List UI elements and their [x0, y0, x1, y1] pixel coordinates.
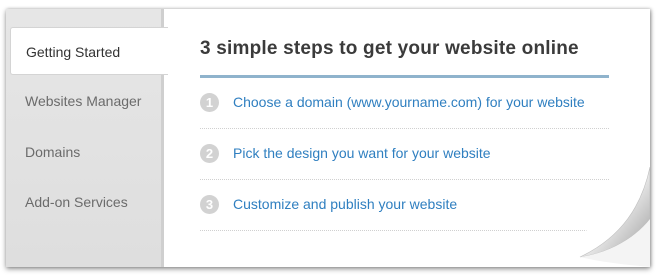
- step-number-badge: 1: [200, 93, 219, 112]
- step-link-choose-domain[interactable]: Choose a domain (www.yourname.com) for y…: [233, 94, 585, 110]
- step-number-badge: 2: [200, 144, 219, 163]
- sidebar-item-websites-manager[interactable]: Websites Manager: [6, 77, 164, 125]
- step-link-customize-publish[interactable]: Customize and publish your website: [233, 196, 457, 212]
- sidebar-item-getting-started[interactable]: Getting Started: [10, 27, 168, 75]
- getting-started-panel: Getting Started Websites Manager Domains…: [6, 9, 650, 267]
- page-title: 3 simple steps to get your website onlin…: [200, 38, 579, 59]
- step-row: 2 Pick the design you want for your webs…: [200, 129, 609, 180]
- main-content: 3 simple steps to get your website onlin…: [164, 9, 650, 267]
- sidebar: Getting Started Websites Manager Domains…: [6, 9, 168, 267]
- step-row: 1 Choose a domain (www.yourname.com) for…: [200, 78, 609, 129]
- sidebar-item-add-on-services[interactable]: Add-on Services: [6, 178, 164, 226]
- step-link-pick-design[interactable]: Pick the design you want for your websit…: [233, 145, 491, 161]
- step-number-badge: 3: [200, 195, 219, 214]
- sidebar-item-domains[interactable]: Domains: [6, 128, 164, 176]
- step-row: 3 Customize and publish your website: [200, 180, 609, 231]
